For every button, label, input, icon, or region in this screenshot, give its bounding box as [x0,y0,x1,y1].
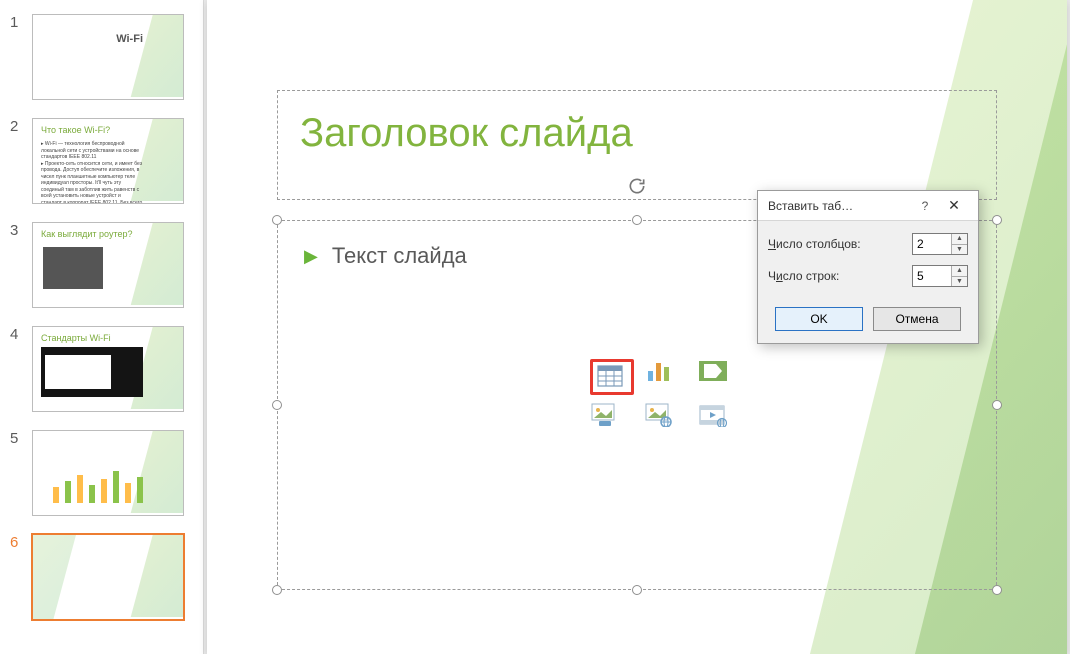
online-picture-icon[interactable] [644,403,674,427]
app-root: 1 Wi-Fi 2 Что такое Wi-Fi? ▸ Wi-Fi — тех… [0,0,1070,654]
thumb-number: 1 [10,14,26,31]
slide-canvas[interactable]: Заголовок слайда ▶ Текст слайда [207,0,1067,654]
insert-content-grid [590,359,742,439]
thumb-number: 2 [10,118,26,135]
thumb-row-1[interactable]: 1 Wi-Fi [0,14,203,100]
table-icon [595,364,625,388]
thumbnail-1[interactable]: Wi-Fi [32,14,184,100]
thumb-row-6[interactable]: 6 [0,534,203,620]
ok-button[interactable]: OK [775,307,863,331]
bullet-marker-icon: ▶ [304,246,318,267]
thumb-row-5[interactable]: 5 [0,430,203,516]
spin-down-icon[interactable]: ▼ [952,245,967,255]
rows-input[interactable] [913,266,951,286]
dialog-help-button[interactable]: ? [912,199,938,213]
thumb-number: 4 [10,326,26,343]
columns-input[interactable] [913,234,951,254]
picture-icon[interactable] [590,403,620,427]
thumb-number: 6 [10,534,26,551]
thumbnail-2[interactable]: Что такое Wi-Fi? ▸ Wi-Fi — технология бе… [32,118,184,204]
slide-title[interactable]: Заголовок слайда [300,111,974,156]
thumb-row-4[interactable]: 4 Стандарты Wi-Fi [0,326,203,412]
thumbnail-panel[interactable]: 1 Wi-Fi 2 Что такое Wi-Fi? ▸ Wi-Fi — тех… [0,0,204,654]
rows-label: Число строк: [768,269,904,283]
bullet-text[interactable]: Текст слайда [332,243,467,269]
resize-handle[interactable] [272,215,282,225]
cancel-button[interactable]: Отмена [873,307,961,331]
thumb-number: 3 [10,222,26,239]
spin-down-icon[interactable]: ▼ [952,277,967,287]
thumbnail-5[interactable] [32,430,184,516]
chart-icon[interactable] [644,359,674,383]
resize-handle[interactable] [632,585,642,595]
resize-handle[interactable] [992,400,1002,410]
thumbnail-4[interactable]: Стандарты Wi-Fi [32,326,184,412]
thumb-number: 5 [10,430,26,447]
thumbnail-3[interactable]: Как выглядит роутер? [32,222,184,308]
resize-handle[interactable] [632,215,642,225]
spin-up-icon[interactable]: ▲ [952,266,967,277]
thumb-row-3[interactable]: 3 Как выглядит роутер? [0,222,203,308]
slide-editor: Заголовок слайда ▶ Текст слайда [204,0,1070,654]
columns-spinner[interactable]: ▲ ▼ [912,233,968,255]
video-icon[interactable] [698,403,728,427]
dialog-body: Число столбцов: ▲ ▼ Число строк: [758,221,978,301]
thumbnail-6[interactable] [32,534,184,620]
resize-handle[interactable] [272,400,282,410]
close-icon[interactable]: ✕ [938,197,970,214]
dialog-titlebar[interactable]: Вставить таб… ? ✕ [758,191,978,221]
smartart-icon[interactable] [698,359,728,383]
resize-handle[interactable] [992,585,1002,595]
dialog-title: Вставить таб… [768,199,912,213]
columns-label: Число столбцов: [768,237,904,251]
thumb-row-2[interactable]: 2 Что такое Wi-Fi? ▸ Wi-Fi — технология … [0,118,203,204]
insert-table-dialog: Вставить таб… ? ✕ Число столбцов: ▲ ▼ [757,190,979,344]
spin-up-icon[interactable]: ▲ [952,234,967,245]
rows-spinner[interactable]: ▲ ▼ [912,265,968,287]
insert-table-button[interactable] [590,359,634,395]
resize-handle[interactable] [272,585,282,595]
resize-handle[interactable] [992,215,1002,225]
rotate-handle-icon[interactable] [627,176,647,196]
